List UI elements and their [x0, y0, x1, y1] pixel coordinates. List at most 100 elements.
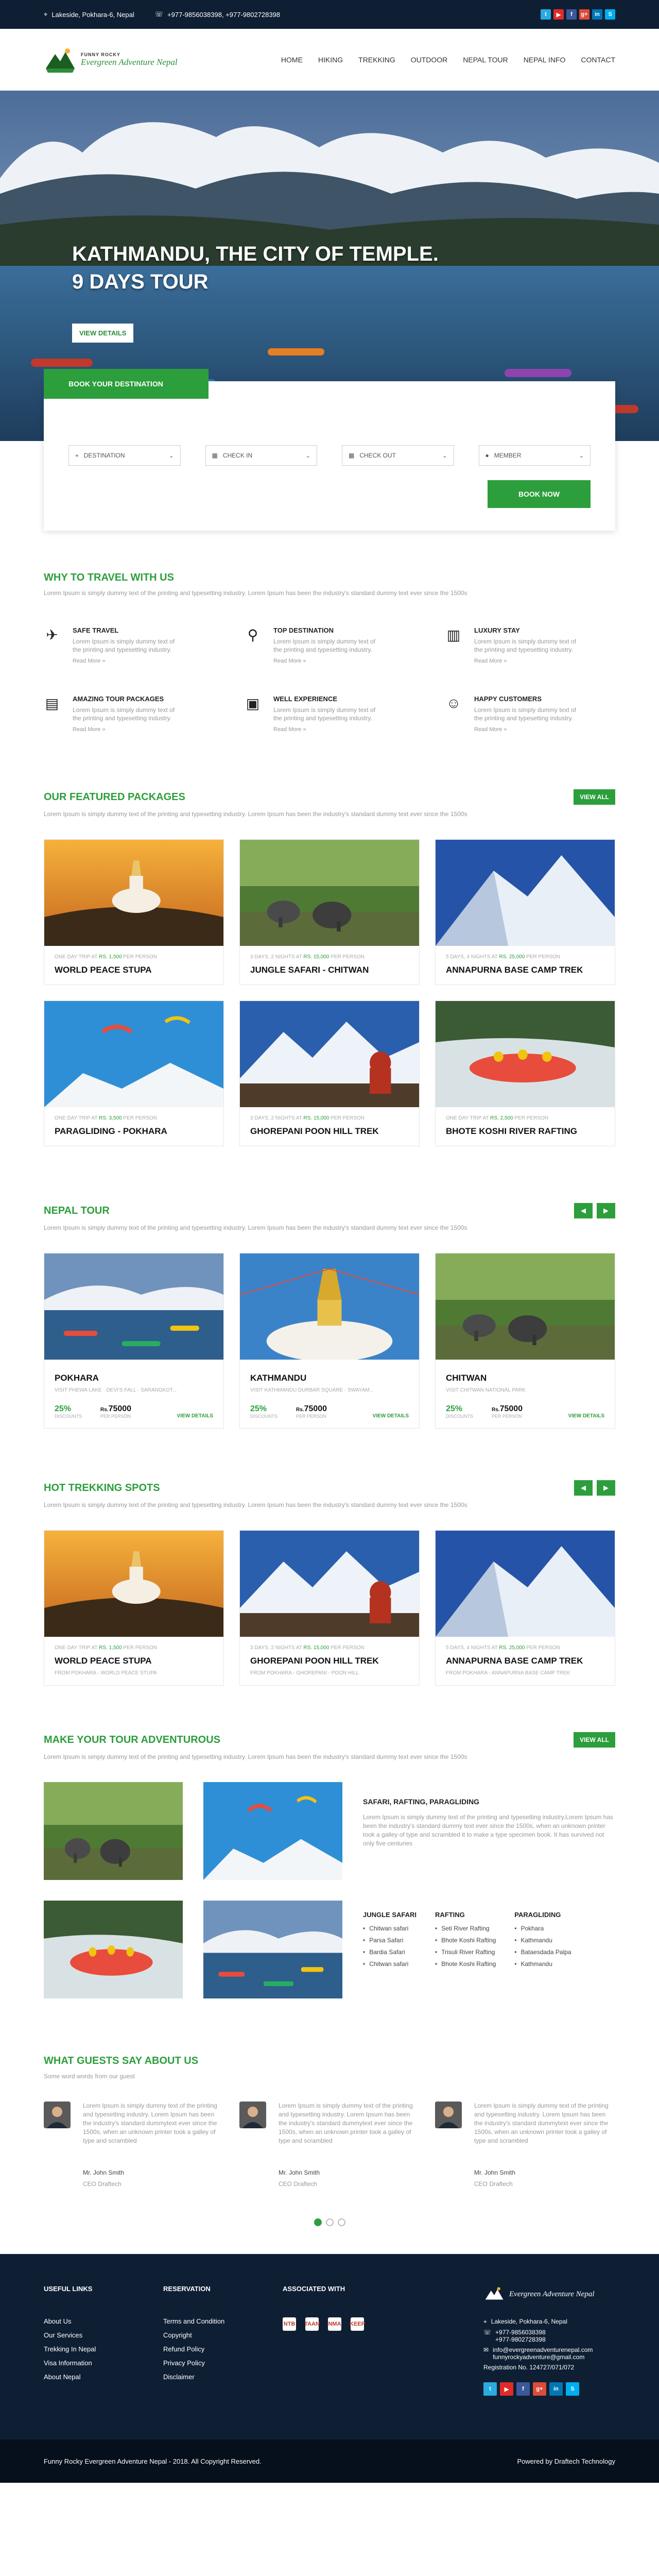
package-card[interactable]: 5 DAYS, 4 NIGHTS AT RS. 25,000 PER PERSO…: [435, 1530, 615, 1686]
adventure-list-item[interactable]: Seti River Rafting: [435, 1925, 496, 1932]
package-image[interactable]: [436, 1531, 615, 1637]
nav-item-nepal-tour[interactable]: NEPAL TOUR: [463, 56, 508, 64]
tour-image[interactable]: [44, 1253, 223, 1360]
powered-by-text[interactable]: Powered by Draftech Technology: [517, 2458, 615, 2465]
site-logo[interactable]: FUNNY ROCKY Evergreen Adventure Nepal: [44, 45, 178, 75]
tour-view-details-link[interactable]: VIEW DETAILS: [373, 1413, 409, 1419]
nav-item-trekking[interactable]: TREKKING: [358, 56, 395, 64]
package-card[interactable]: 5 DAYS, 4 NIGHTS AT RS. 25,000 PER PERSO…: [435, 839, 615, 985]
footer-useful-link[interactable]: About Us: [44, 2317, 163, 2325]
feature-read-more-link[interactable]: Read More »: [73, 726, 176, 733]
feature-read-more-link[interactable]: Read More »: [474, 658, 577, 664]
package-title[interactable]: PARAGLIDING - POKHARA: [55, 1126, 213, 1137]
nav-item-home[interactable]: HOME: [281, 56, 303, 64]
package-image[interactable]: [436, 840, 615, 946]
nav-item-nepal-info[interactable]: NEPAL INFO: [524, 56, 566, 64]
package-image[interactable]: [44, 1001, 223, 1107]
footer-logo[interactable]: Evergreen Adventure Nepal: [483, 2285, 615, 2303]
feature-read-more-link[interactable]: Read More »: [273, 658, 376, 664]
package-title[interactable]: BHOTE KOSHI RIVER RAFTING: [446, 1126, 604, 1137]
package-title[interactable]: ANNAPURNA BASE CAMP TREK: [446, 1656, 604, 1666]
tour-title[interactable]: POKHARA: [55, 1373, 213, 1383]
twitter-icon[interactable]: t: [483, 2382, 497, 2396]
association-logo-icon[interactable]: NMA: [328, 2317, 341, 2331]
footer-reservation-link[interactable]: Privacy Policy: [163, 2359, 283, 2367]
footer-email1[interactable]: info@evergreenadventurenepal.com: [493, 2346, 593, 2353]
booking-field-check-out[interactable]: ▦ CHECK OUT ⌄: [342, 445, 454, 466]
adventure-list-item[interactable]: Kathmandu: [514, 1937, 571, 1944]
package-image[interactable]: [240, 1531, 419, 1637]
package-title[interactable]: ANNAPURNA BASE CAMP TREK: [446, 965, 604, 975]
google-plus-icon[interactable]: g+: [533, 2382, 546, 2396]
footer-reservation-link[interactable]: Copyright: [163, 2331, 283, 2339]
nepal-tour-next-button[interactable]: ▶: [597, 1203, 615, 1218]
adventure-photo-paragliding[interactable]: [203, 1782, 342, 1880]
nav-item-outdoor[interactable]: OUTDOOR: [411, 56, 448, 64]
adventure-list-item[interactable]: Chitwan safari: [363, 1960, 417, 1968]
package-card[interactable]: 3 DAYS, 2 NIGHTS AT RS. 15,000 PER PERSO…: [239, 1530, 420, 1686]
adventure-list-item[interactable]: Trisuli River Rafting: [435, 1948, 496, 1956]
google-plus-icon[interactable]: g+: [579, 9, 589, 20]
facebook-icon[interactable]: f: [566, 9, 577, 20]
tour-image[interactable]: [436, 1253, 615, 1360]
adventure-list-item[interactable]: Bardia Safari: [363, 1948, 417, 1956]
package-image[interactable]: [240, 840, 419, 946]
hot-trek-next-button[interactable]: ▶: [597, 1480, 615, 1496]
footer-useful-link[interactable]: Our Services: [44, 2331, 163, 2339]
pagination-dot-3[interactable]: [337, 2218, 345, 2226]
nav-item-contact[interactable]: CONTACT: [581, 56, 615, 64]
association-logo-icon[interactable]: TAAN: [304, 2317, 320, 2331]
booking-tab[interactable]: BOOK YOUR DESTINATION: [44, 369, 209, 399]
footer-reservation-link[interactable]: Disclaimer: [163, 2373, 283, 2381]
tour-view-details-link[interactable]: VIEW DETAILS: [177, 1413, 213, 1419]
package-image[interactable]: [240, 1001, 419, 1107]
tour-card[interactable]: CHITWAN VISIT CHITWAN NATIONAL PARK 25% DIS…: [435, 1253, 615, 1429]
footer-useful-link[interactable]: About Nepal: [44, 2373, 163, 2381]
package-card[interactable]: ONE DAY TRIP AT RS. 1,500 PER PERSON WORL…: [44, 839, 224, 985]
adventure-photo-lake[interactable]: [203, 1901, 342, 1998]
adventure-photo-safari[interactable]: [44, 1782, 183, 1880]
package-image[interactable]: [44, 1531, 223, 1637]
tour-title[interactable]: KATHMANDU: [250, 1373, 409, 1383]
adventure-view-all-button[interactable]: VIEW ALL: [574, 1732, 615, 1748]
package-card[interactable]: 3 DAYS, 2 NIGHTS AT RS. 15,000 PER PERSO…: [239, 1001, 420, 1146]
footer-reservation-link[interactable]: Refund Policy: [163, 2345, 283, 2353]
package-title[interactable]: GHOREPANI POON HILL TREK: [250, 1126, 409, 1137]
booking-field-member[interactable]: ● MEMBER ⌄: [478, 445, 591, 466]
package-title[interactable]: WORLD PEACE STUPA: [55, 1656, 213, 1666]
adventure-list-item[interactable]: Kathmandu: [514, 1960, 571, 1968]
adventure-list-item[interactable]: Pokhara: [514, 1925, 571, 1932]
package-card[interactable]: 3 DAYS, 2 NIGHTS AT RS. 15,000 PER PERSO…: [239, 839, 420, 985]
booking-field-check-in[interactable]: ▦ CHECK IN ⌄: [205, 445, 317, 466]
feature-read-more-link[interactable]: Read More »: [474, 726, 577, 733]
association-logo-icon[interactable]: NTB: [283, 2317, 296, 2331]
package-card[interactable]: ONE DAY TRIP AT RS. 1,500 PER PERSON WORL…: [44, 1530, 224, 1686]
feature-read-more-link[interactable]: Read More »: [73, 658, 176, 664]
facebook-icon[interactable]: f: [516, 2382, 530, 2396]
twitter-icon[interactable]: t: [541, 9, 551, 20]
package-image[interactable]: [436, 1001, 615, 1107]
youtube-icon[interactable]: ▶: [553, 9, 564, 20]
tour-title[interactable]: CHITWAN: [446, 1373, 604, 1383]
pagination-dot-2[interactable]: [325, 2218, 334, 2226]
book-now-button[interactable]: BOOK NOW: [488, 480, 591, 508]
tour-card[interactable]: KATHMANDU VISIT KATHMANDU DURBAR SQUARE ·…: [239, 1253, 420, 1429]
nepal-tour-prev-button[interactable]: ◀: [574, 1203, 593, 1218]
booking-field-destination[interactable]: ⌖ DESTINATION ⌄: [68, 445, 181, 466]
package-image[interactable]: [44, 840, 223, 946]
youtube-icon[interactable]: ▶: [500, 2382, 513, 2396]
footer-reservation-link[interactable]: Terms and Condition: [163, 2317, 283, 2325]
adventure-list-item[interactable]: Chitwan safari: [363, 1925, 417, 1932]
nav-item-hiking[interactable]: HIKING: [318, 56, 343, 64]
tour-view-details-link[interactable]: VIEW DETAILS: [568, 1413, 604, 1419]
adventure-list-item[interactable]: Bhote Koshi Rafting: [435, 1937, 496, 1944]
package-title[interactable]: GHOREPANI POON HILL TREK: [250, 1656, 409, 1666]
package-card[interactable]: ONE DAY TRIP AT RS. 2,500 PER PERSON BHOT…: [435, 1001, 615, 1146]
package-title[interactable]: JUNGLE SAFARI - CHITWAN: [250, 965, 409, 975]
skype-icon[interactable]: S: [605, 9, 615, 20]
linkedin-icon[interactable]: in: [592, 9, 602, 20]
adventure-list-item[interactable]: Bataesdada Palpa: [514, 1948, 571, 1956]
adventure-list-item[interactable]: Parsa Safari: [363, 1937, 417, 1944]
skype-icon[interactable]: S: [566, 2382, 579, 2396]
association-logo-icon[interactable]: KEEP: [350, 2317, 365, 2331]
